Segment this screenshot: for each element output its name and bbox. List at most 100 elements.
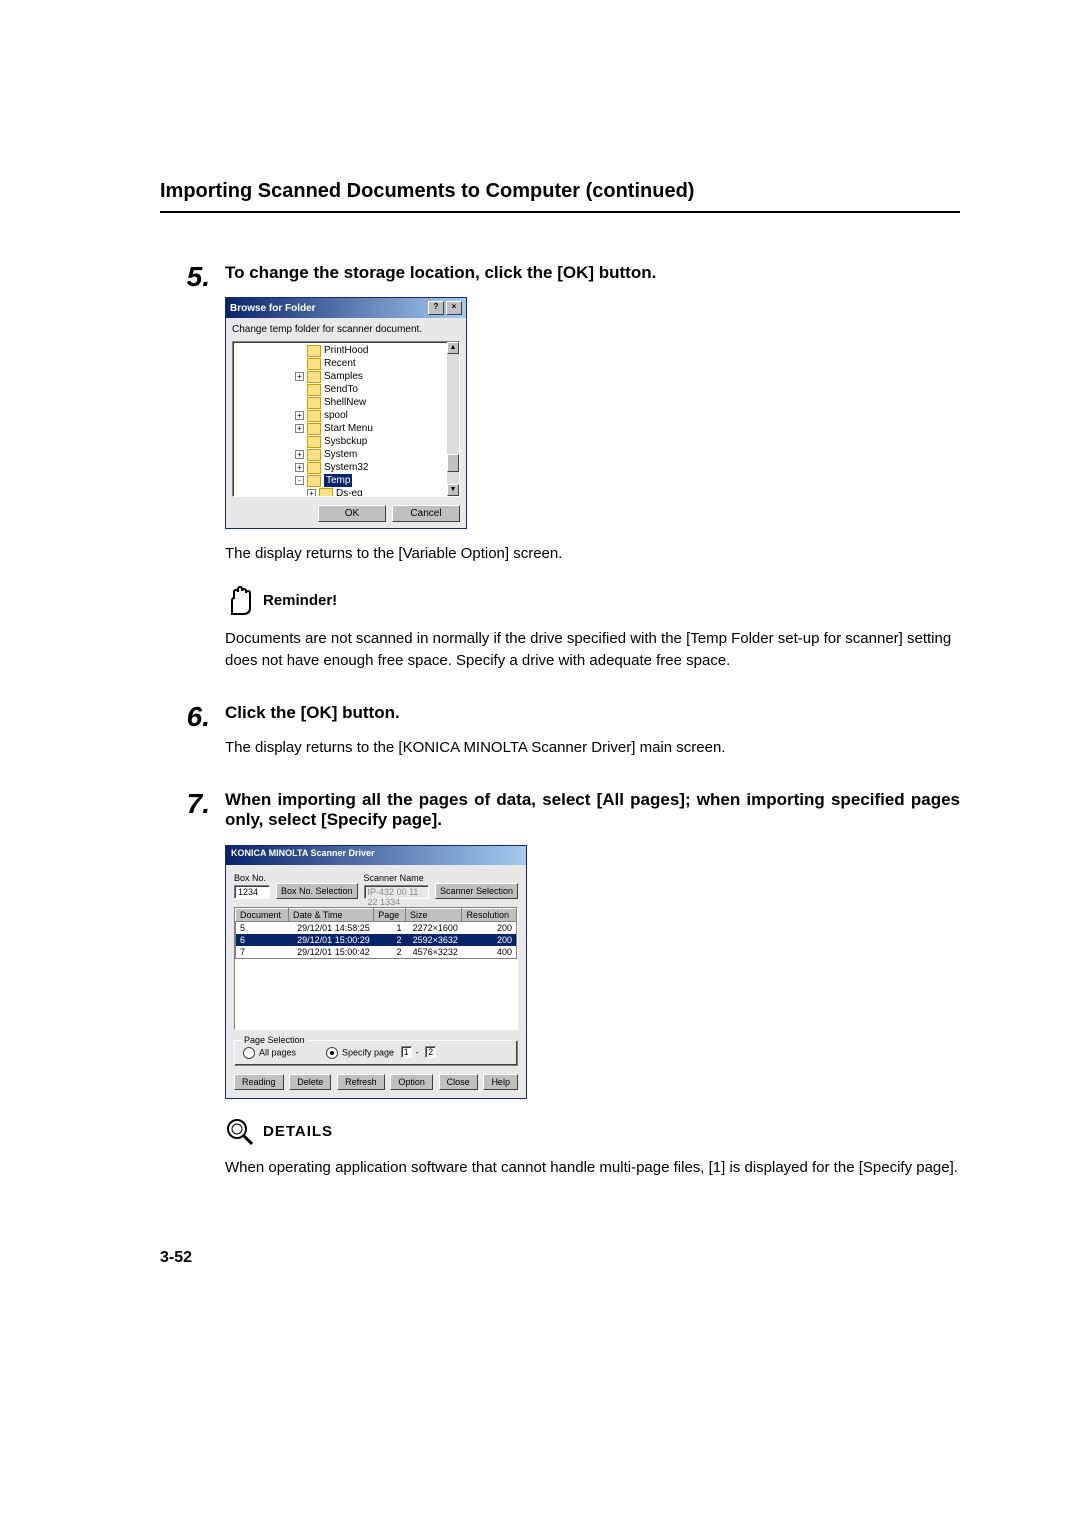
- folder-icon: [307, 462, 321, 474]
- page-selection-legend: Page Selection: [241, 1035, 308, 1045]
- tree-item-label: System: [324, 448, 357, 461]
- scrollbar[interactable]: ▲ ▼: [447, 342, 459, 496]
- table-row[interactable]: 629/12/01 15:00:2922592×3632200: [236, 934, 517, 946]
- folder-icon: [307, 397, 321, 409]
- tree-item[interactable]: +System32: [233, 461, 459, 474]
- tree-item-label: Start Menu: [324, 422, 373, 435]
- folder-icon: [307, 436, 321, 448]
- expand-icon[interactable]: +: [295, 463, 304, 472]
- folder-icon: [307, 345, 321, 357]
- expand-icon[interactable]: +: [307, 489, 316, 497]
- col-document[interactable]: Document: [236, 908, 289, 921]
- tree-item[interactable]: Recent: [233, 357, 459, 370]
- cancel-button[interactable]: Cancel: [392, 505, 460, 522]
- step-number: 6.: [160, 703, 225, 770]
- col-page[interactable]: Page: [374, 908, 406, 921]
- tree-item[interactable]: + Samples: [233, 370, 459, 383]
- box-no-selection-button[interactable]: Box No. Selection: [276, 883, 358, 899]
- scroll-thumb[interactable]: [447, 454, 459, 472]
- tree-item[interactable]: PrintHood: [233, 344, 459, 357]
- col-resolution[interactable]: Resolution: [462, 908, 517, 921]
- page-number: 3-52: [160, 1249, 960, 1267]
- tree-item-label: Recent: [324, 357, 356, 370]
- tree-item[interactable]: - Temp: [233, 474, 459, 487]
- tree-item[interactable]: + spool: [233, 409, 459, 422]
- tree-item[interactable]: Sysbckup: [233, 435, 459, 448]
- box-no-input[interactable]: 1234: [234, 885, 270, 899]
- step-title: When importing all the pages of data, se…: [225, 790, 960, 831]
- help-icon[interactable]: ?: [428, 301, 444, 315]
- specify-from-input[interactable]: 1: [401, 1046, 412, 1058]
- document-table[interactable]: Document Date & Time Page Size Resolutio…: [234, 907, 518, 1030]
- folder-icon: [307, 423, 321, 435]
- table-row[interactable]: 529/12/01 14:58:2512272×1600200: [236, 921, 517, 934]
- step-6: 6. Click the [OK] button. The display re…: [160, 703, 960, 770]
- reading-button[interactable]: Reading: [234, 1074, 284, 1090]
- expand-icon[interactable]: +: [295, 411, 304, 420]
- page-header: Importing Scanned Documents to Computer …: [160, 180, 960, 213]
- col-size[interactable]: Size: [406, 908, 462, 921]
- tree-item-label: PrintHood: [324, 344, 368, 357]
- tree-item-label: spool: [324, 409, 348, 422]
- dialog-message: Change temp folder for scanner document.: [232, 324, 460, 335]
- delete-button[interactable]: Delete: [289, 1074, 331, 1090]
- scroll-down-icon[interactable]: ▼: [447, 484, 459, 496]
- ok-button[interactable]: OK: [318, 505, 386, 522]
- dialog-title: KONICA MINOLTA Scanner Driver: [226, 846, 526, 865]
- scanner-driver-dialog: KONICA MINOLTA Scanner Driver Box No. 12…: [225, 845, 527, 1099]
- page-selection-group: Page Selection All pages Specify page 1-…: [234, 1040, 518, 1066]
- step-text: The display returns to the [KONICA MINOL…: [225, 737, 960, 760]
- browse-for-folder-dialog: Browse for Folder ? × Change temp folder…: [225, 297, 467, 529]
- help-button[interactable]: Help: [483, 1074, 518, 1090]
- reminder-text: Documents are not scanned in normally if…: [225, 628, 960, 673]
- all-pages-radio[interactable]: All pages: [243, 1047, 296, 1059]
- tree-item-label: Samples: [324, 370, 363, 383]
- tree-item[interactable]: ShellNew: [233, 396, 459, 409]
- expand-icon[interactable]: +: [295, 372, 304, 381]
- folder-icon: [307, 475, 321, 487]
- folder-icon: [307, 371, 321, 383]
- folder-icon: [307, 410, 321, 422]
- folder-icon: [319, 488, 333, 498]
- scanner-name-field: IP-432 00 11 22 1334: [364, 885, 429, 899]
- option-button[interactable]: Option: [390, 1074, 433, 1090]
- step-5: 5. To change the storage location, click…: [160, 263, 960, 683]
- collapse-icon[interactable]: -: [295, 476, 304, 485]
- reminder-label: Reminder!: [263, 592, 337, 609]
- tree-item-label: SendTo: [324, 383, 358, 396]
- folder-tree[interactable]: PrintHoodRecent + SamplesSendToShellNew + sp…: [232, 341, 460, 497]
- close-button[interactable]: Close: [439, 1074, 478, 1090]
- reminder-callout: Reminder!: [225, 584, 960, 618]
- specify-page-radio[interactable]: Specify page 1- 2: [326, 1047, 440, 1059]
- box-no-label: Box No.: [234, 873, 270, 883]
- step-number: 7.: [160, 790, 225, 1189]
- step-number: 5.: [160, 263, 225, 683]
- step-title: Click the [OK] button.: [225, 703, 960, 723]
- magnifier-icon: [225, 1117, 255, 1147]
- tree-item[interactable]: + Ds-eg: [233, 487, 459, 497]
- scanner-selection-button[interactable]: Scanner Selection: [435, 883, 518, 899]
- step-title: To change the storage location, click th…: [225, 263, 960, 283]
- hand-icon: [225, 584, 255, 618]
- details-label: DETAILS: [263, 1123, 333, 1140]
- step-text: The display returns to the [Variable Opt…: [225, 543, 960, 566]
- dialog-title: Browse for Folder: [230, 303, 316, 314]
- tree-item[interactable]: + System: [233, 448, 459, 461]
- close-icon[interactable]: ×: [446, 301, 462, 315]
- tree-item[interactable]: SendTo: [233, 383, 459, 396]
- step-7: 7. When importing all the pages of data,…: [160, 790, 960, 1189]
- expand-icon[interactable]: +: [295, 424, 304, 433]
- table-row[interactable]: 729/12/01 15:00:4224576×3232400: [236, 946, 517, 959]
- refresh-button[interactable]: Refresh: [337, 1074, 385, 1090]
- folder-icon: [307, 384, 321, 396]
- scanner-name-label: Scanner Name: [364, 873, 429, 883]
- tree-item-label: ShellNew: [324, 396, 366, 409]
- details-callout: DETAILS: [225, 1117, 960, 1147]
- col-date-time[interactable]: Date & Time: [288, 908, 373, 921]
- tree-item-label: Ds-eg: [336, 487, 363, 497]
- expand-icon[interactable]: +: [295, 450, 304, 459]
- tree-item-label: Temp: [324, 474, 352, 487]
- specify-to-input[interactable]: 2: [425, 1046, 436, 1058]
- tree-item[interactable]: + Start Menu: [233, 422, 459, 435]
- scroll-up-icon[interactable]: ▲: [447, 342, 459, 354]
